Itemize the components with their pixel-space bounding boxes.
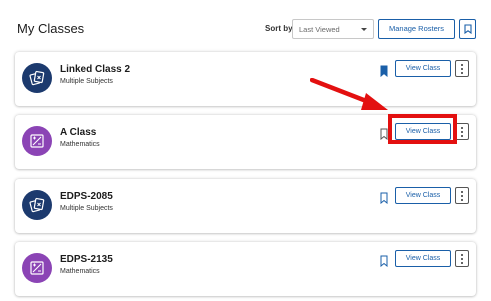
class-card: Linked Class 2 Multiple Subjects View Cl… [15,52,476,106]
more-options-button[interactable] [455,123,469,140]
class-title: Linked Class 2 [60,64,131,75]
class-card: EDPS-2085 Multiple Subjects View Class [15,179,476,233]
bookmark-icon[interactable] [379,255,389,267]
manage-rosters-button[interactable]: Manage Rosters [378,19,455,39]
sort-label: Sort by [265,24,293,33]
multiple-subjects-icon [29,197,45,213]
bookmark-icon[interactable] [379,65,389,77]
bookmark-filter-button[interactable] [459,19,476,39]
annotation-highlight-box [388,114,457,144]
bookmark-icon [463,24,472,34]
page: My Classes Sort by Last Viewed Manage Ro… [0,0,491,301]
view-class-button[interactable]: View Class [395,250,451,267]
class-card: EDPS-2135 Mathematics View Class [15,242,476,296]
more-dot-icon [461,253,463,256]
sort-select[interactable]: Last Viewed [292,19,374,39]
mathematics-icon [30,261,44,275]
annotation-arrow [310,78,388,110]
view-class-button[interactable]: View Class [395,60,451,77]
mathematics-icon [30,134,44,148]
class-subtitle: Mathematics [60,141,100,148]
class-subtitle: Mathematics [60,268,100,275]
class-title: A Class [60,127,97,138]
class-avatar [22,190,52,220]
more-dot-icon [461,134,463,137]
page-title: My Classes [17,21,85,36]
class-avatar [22,253,52,283]
view-class-button[interactable]: View Class [395,187,451,204]
more-dot-icon [461,71,463,74]
more-dot-icon [461,130,463,133]
more-dot-icon [461,261,463,264]
more-dot-icon [461,194,463,197]
more-options-button[interactable] [455,60,469,77]
more-dot-icon [461,257,463,260]
more-options-button[interactable] [455,250,469,267]
class-avatar [22,126,52,156]
class-title: EDPS-2135 [60,254,113,265]
class-subtitle: Multiple Subjects [60,78,113,85]
class-subtitle: Multiple Subjects [60,205,113,212]
more-dot-icon [461,198,463,201]
class-title: EDPS-2085 [60,191,113,202]
multiple-subjects-icon [29,70,45,86]
sort-select-value: Last Viewed [299,25,340,34]
more-dot-icon [461,67,463,70]
more-dot-icon [461,63,463,66]
chevron-down-icon [361,28,367,31]
more-dot-icon [461,190,463,193]
more-options-button[interactable] [455,187,469,204]
bookmark-icon[interactable] [379,192,389,204]
more-dot-icon [461,126,463,129]
class-avatar [22,63,52,93]
